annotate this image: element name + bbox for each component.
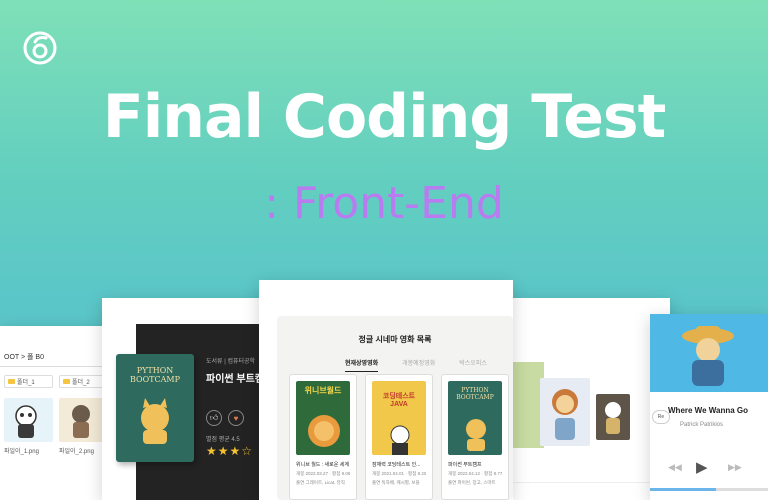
item-title: 위니브 월드 : 새로운 세계: [296, 462, 349, 468]
folder-item[interactable]: 폴더_1: [4, 375, 53, 388]
file-name: 파일이_1.png: [4, 449, 39, 455]
list-item[interactable]: 코딩테스트 JAVA 잠재력 코딩테스트 인... 개봉 2021.04.01 …: [365, 374, 433, 500]
item-info: 개봉 2022.04.12 · 평점 8.77: [448, 471, 502, 476]
gallery-image[interactable]: [508, 362, 544, 448]
book-meta: 도서류 | 컴퓨터공학: [206, 359, 256, 365]
item-info: 개봉 2021.04.01 · 평점 8.20: [372, 471, 426, 476]
breadcrumb: OOT > 폴 B0: [4, 354, 44, 361]
folder-item[interactable]: 폴더_2: [59, 375, 108, 388]
item-cover: PYTHON BOOTCAMP: [448, 381, 502, 455]
banner-subtitle: : Front-End: [264, 178, 504, 229]
folder-icon: [63, 379, 70, 384]
file-thumbnail[interactable]: 파일이_2.png: [59, 398, 108, 455]
banner-title: Final Coding Test: [102, 82, 667, 152]
music-player-card: Re Where We Wanna Go Patrick Patrikios ◀…: [650, 314, 768, 500]
next-icon[interactable]: ▶▶: [728, 462, 742, 473]
movie-list-card: 정글 시네마 영화 목록 현재상영영화 개봉예정영화 박스오피스 위니브월드 위…: [259, 280, 513, 500]
character-image: [4, 398, 53, 442]
album-art: [650, 314, 768, 392]
progress-bar[interactable]: [650, 488, 768, 491]
file-name: 파일이_2.png: [59, 449, 94, 455]
star-rating: ★★★☆: [206, 444, 254, 458]
item-info: 개봉 2022.03.27 · 평점 9.06: [296, 471, 350, 476]
rating-label: 별점 평균 4.5: [206, 437, 240, 443]
list-heading: 정글 시네마 영화 목록: [358, 335, 432, 344]
play-icon[interactable]: ▶: [696, 458, 708, 476]
list-item[interactable]: PYTHON BOOTCAMP 파이썬 부트캠프 개봉 2022.04.12 ·…: [441, 374, 509, 500]
book-cover[interactable]: PYTHON BOOTCAMP: [116, 354, 194, 462]
heart-icon[interactable]: ♥: [228, 410, 244, 426]
item-title: 파이썬 부트캠프: [448, 462, 482, 468]
item-cover: 위니브월드: [296, 381, 350, 455]
previous-icon[interactable]: ◀◀: [668, 462, 682, 473]
item-cast: 출연 독자배, 캐시별, 보블: [372, 480, 420, 485]
file-explorer-card: OOT > 폴 B0 폴더_1 폴더_2 파일이_1.png 파일이_2.png: [0, 326, 112, 500]
item-cover: 코딩테스트 JAVA: [372, 381, 426, 455]
logo-icon: [23, 31, 57, 65]
gallery-image[interactable]: [596, 394, 630, 440]
tab-now-showing[interactable]: 현재상영영화: [345, 358, 379, 372]
tab-box-office[interactable]: 박스오피스: [459, 358, 487, 372]
item-cast: 출연 파이썬, 장고, 스마트: [448, 480, 496, 485]
folder-icon: [8, 379, 15, 384]
book-detail-card: PYTHON BOOTCAMP 도서류 | 컴퓨터공학 파이썬 부트캠프 👍︎ …: [102, 298, 272, 500]
file-thumbnail[interactable]: 파일이_1.png: [4, 398, 53, 455]
cat-illustration: [141, 398, 169, 444]
character-image: [59, 398, 108, 442]
item-title: 잠재력 코딩테스트 인...: [372, 462, 421, 468]
list-item[interactable]: 위니브월드 위니브 월드 : 새로운 세계 개봉 2022.03.27 · 평점…: [289, 374, 357, 500]
gallery-card: [500, 298, 670, 500]
gallery-image[interactable]: [540, 378, 590, 446]
thumbs-up-icon[interactable]: 👍︎: [206, 410, 222, 426]
song-title: Where We Wanna Go: [668, 406, 749, 415]
item-cast: 출연 그레이트, Licat, 뮤직: [296, 480, 345, 485]
tab-upcoming[interactable]: 개봉예정영화: [402, 358, 435, 372]
artist-name: Patrick Patrikios: [680, 422, 724, 428]
